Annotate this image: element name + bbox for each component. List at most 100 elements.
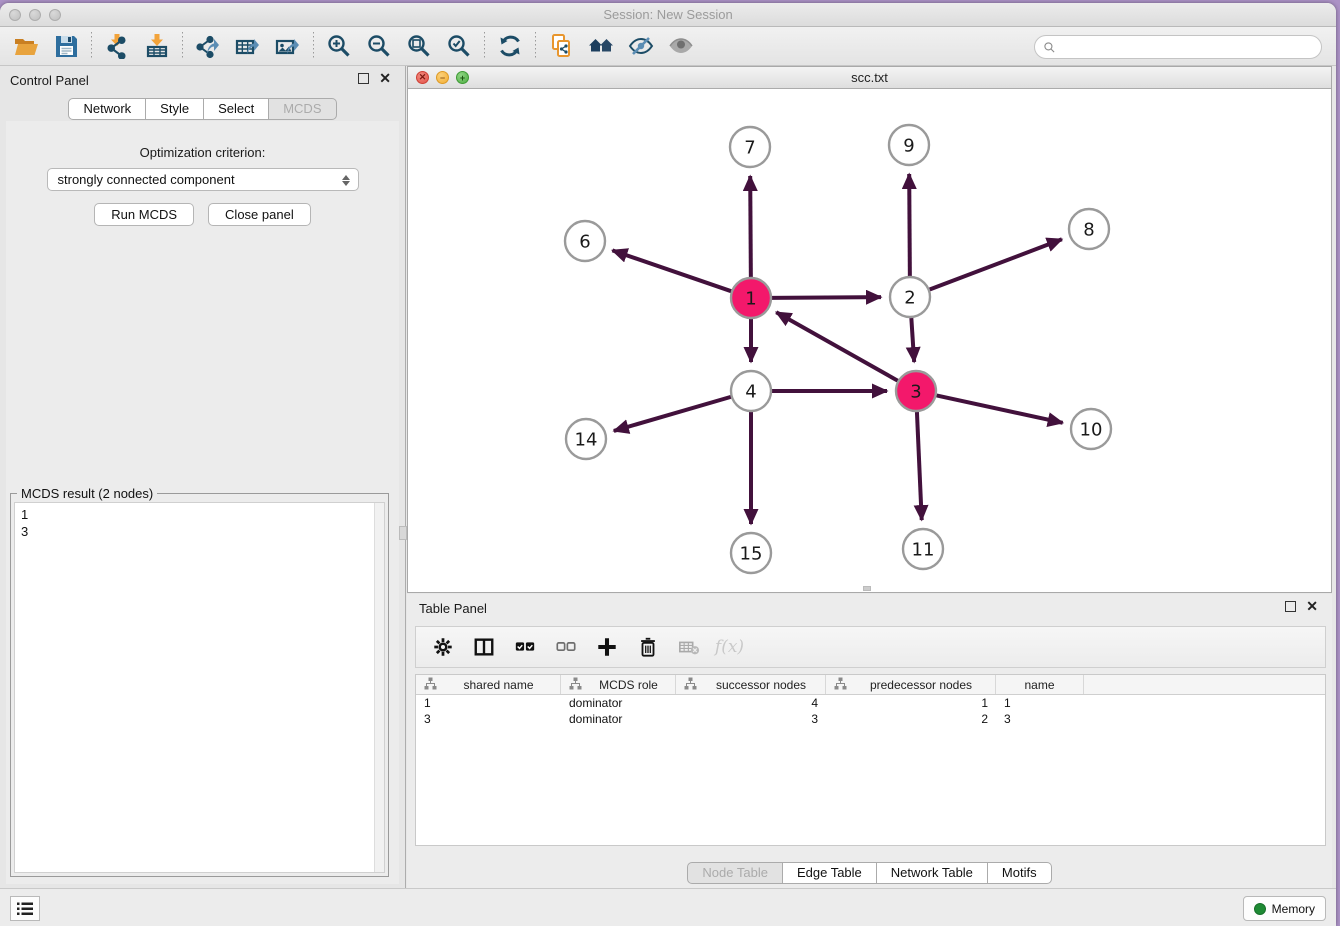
close-panel-button[interactable]: Close panel: [208, 203, 311, 226]
network-minimize-button[interactable]: −: [436, 71, 449, 84]
column-header-predecessor-nodes[interactable]: predecessor nodes: [826, 675, 996, 694]
graph-edge-2-8[interactable]: [930, 239, 1062, 289]
graph-node-6[interactable]: 6: [565, 221, 605, 261]
export-network-button[interactable]: [188, 29, 228, 63]
refresh-view-button[interactable]: [490, 29, 530, 63]
task-history-button[interactable]: [10, 896, 40, 921]
table-cell[interactable]: 1: [826, 695, 996, 711]
column-header-successor-nodes[interactable]: successor nodes: [676, 675, 826, 694]
table-cell[interactable]: 3: [416, 711, 561, 727]
app-titlebar[interactable]: Session: New Session: [0, 3, 1336, 27]
column-header-MCDS-role[interactable]: MCDS role: [561, 675, 676, 694]
graph-edge-2-9[interactable]: [909, 174, 910, 276]
table-cell[interactable]: 1: [996, 695, 1084, 711]
graph-node-10[interactable]: 10: [1071, 409, 1111, 449]
result-scrollbar[interactable]: [374, 503, 384, 872]
graph-edge-3-1[interactable]: [776, 312, 897, 380]
hide-graphics-details-button[interactable]: [621, 29, 661, 63]
network-window-controls: ✕ − +: [416, 71, 469, 84]
network-maximize-button[interactable]: +: [456, 71, 469, 84]
table-cell[interactable]: 2: [826, 711, 996, 727]
graph-node-11[interactable]: 11: [903, 529, 943, 569]
shared-column-icon: [424, 677, 437, 693]
open-file-button[interactable]: [6, 29, 46, 63]
import-network-button[interactable]: [97, 29, 137, 63]
mcds-result-list[interactable]: 13: [14, 502, 385, 873]
create-column-button[interactable]: [588, 630, 625, 664]
tab-motifs[interactable]: Motifs: [988, 862, 1052, 884]
table-cell[interactable]: 1: [416, 695, 561, 711]
graph-edge-3-10[interactable]: [937, 395, 1063, 422]
table-cell[interactable]: 3: [996, 711, 1084, 727]
search-input[interactable]: [1061, 40, 1313, 55]
network-window-titlebar[interactable]: ✕ − + scc.txt: [408, 67, 1331, 89]
table-options-button[interactable]: [424, 630, 461, 664]
column-header-shared-name[interactable]: shared name: [416, 675, 561, 694]
show-column-button[interactable]: [465, 630, 502, 664]
zoom-selected-button[interactable]: [439, 29, 479, 63]
graph-node-14[interactable]: 14: [566, 419, 606, 459]
tab-node-table[interactable]: Node Table: [687, 862, 783, 884]
minimize-window-button[interactable]: [29, 9, 41, 21]
delete-columns-button[interactable]: [629, 630, 666, 664]
graph-edge-3-11[interactable]: [917, 412, 922, 520]
table-cell[interactable]: 4: [676, 695, 826, 711]
graph-edge-2-3[interactable]: [911, 318, 914, 362]
zoom-selected-icon: [446, 33, 472, 59]
graph-edge-1-6[interactable]: [612, 250, 731, 291]
run-mcds-button[interactable]: Run MCDS: [94, 203, 194, 226]
zoom-out-button[interactable]: [359, 29, 399, 63]
tab-select[interactable]: Select: [204, 98, 269, 120]
tab-edge-table[interactable]: Edge Table: [783, 862, 877, 884]
graph-node-3[interactable]: 3: [896, 371, 936, 411]
zoom-in-button[interactable]: [319, 29, 359, 63]
graph-edge-1-2[interactable]: [772, 297, 881, 298]
search-field[interactable]: [1034, 35, 1322, 59]
graph-node-7[interactable]: 7: [730, 127, 770, 167]
zoom-window-button[interactable]: [49, 9, 61, 21]
network-graph[interactable]: 7 9 6 8 1 2 4 3 14 10 15 11: [408, 89, 1331, 592]
table-options-icon: [432, 636, 454, 658]
table-close-panel-icon[interactable]: ✕: [1306, 601, 1318, 612]
tab-network-table[interactable]: Network Table: [877, 862, 988, 884]
close-window-button[interactable]: [9, 9, 21, 21]
table-float-panel-icon[interactable]: [1285, 601, 1296, 612]
network-close-button[interactable]: ✕: [416, 71, 429, 84]
close-panel-icon[interactable]: ✕: [379, 73, 391, 84]
graph-node-1[interactable]: 1: [731, 278, 771, 318]
canvas-scroll-handle[interactable]: [863, 586, 871, 591]
optimization-criterion-select[interactable]: strongly connected component: [47, 168, 359, 191]
select-all-columns-button[interactable]: [506, 630, 543, 664]
graph-node-15[interactable]: 15: [731, 533, 771, 573]
graph-node-9[interactable]: 9: [889, 125, 929, 165]
network-canvas[interactable]: 7 9 6 8 1 2 4 3 14 10 15 11: [408, 89, 1331, 592]
share-network-ndex-button[interactable]: [541, 29, 581, 63]
export-table-button[interactable]: [228, 29, 268, 63]
ndex-home-button[interactable]: [581, 29, 621, 63]
tab-mcds[interactable]: MCDS: [269, 98, 336, 120]
graph-edge-1-7[interactable]: [750, 176, 751, 277]
table-cell[interactable]: dominator: [561, 711, 676, 727]
unselect-all-columns-button[interactable]: [547, 630, 584, 664]
show-graphics-details-button[interactable]: [661, 29, 701, 63]
table-row[interactable]: 1dominator411: [416, 695, 1325, 711]
graph-edge-4-14[interactable]: [614, 397, 731, 431]
table-panel: Table Panel ✕ f(x) shared nameMCDS roles…: [407, 594, 1332, 888]
graph-node-8[interactable]: 8: [1069, 209, 1109, 249]
float-panel-icon[interactable]: [358, 73, 369, 84]
table-cell[interactable]: dominator: [561, 695, 676, 711]
table-cell[interactable]: 3: [676, 711, 826, 727]
export-image-button[interactable]: [268, 29, 308, 63]
toolbar-separator: [313, 32, 314, 60]
tab-style[interactable]: Style: [146, 98, 204, 120]
fit-content-button[interactable]: [399, 29, 439, 63]
panel-divider-handle[interactable]: [399, 526, 407, 540]
graph-node-4[interactable]: 4: [731, 371, 771, 411]
memory-button[interactable]: Memory: [1243, 896, 1326, 921]
table-row[interactable]: 3dominator323: [416, 711, 1325, 727]
graph-node-2[interactable]: 2: [890, 277, 930, 317]
save-session-button[interactable]: [46, 29, 86, 63]
tab-network[interactable]: Network: [68, 98, 146, 120]
import-table-button[interactable]: [137, 29, 177, 63]
column-header-name[interactable]: name: [996, 675, 1084, 694]
